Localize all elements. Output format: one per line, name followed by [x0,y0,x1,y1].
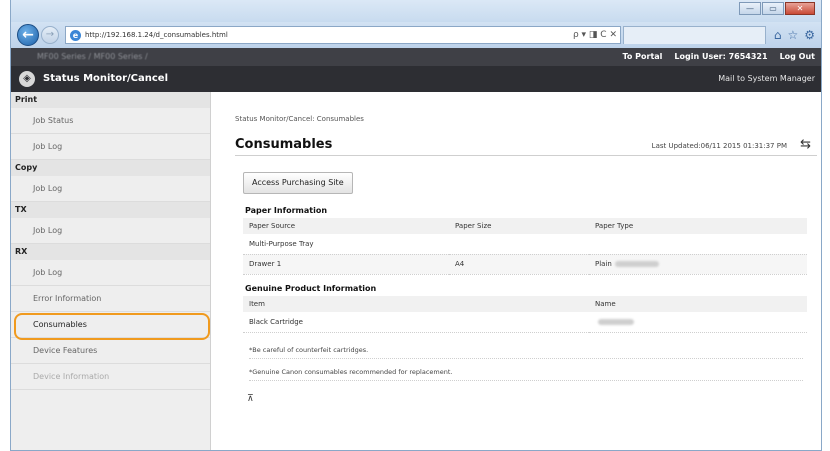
sidebar-item-device-features[interactable]: Device Features [11,338,210,364]
back-to-top-icon[interactable]: ⊼ [247,394,254,404]
table-row: Drawer 1 A4 Plain [243,254,807,275]
browser-tab[interactable] [623,26,766,44]
column-header: Paper Size [449,218,589,234]
column-header: Paper Source [243,218,449,234]
favorites-star-icon[interactable]: ☆ [787,28,798,42]
main-content: Status Monitor/Cancel: Consumables Consu… [221,92,817,450]
minimize-button[interactable]: — [739,2,761,15]
breadcrumb: Status Monitor/Cancel: Consumables [235,115,364,123]
sidebar-item-device-information[interactable]: Device Information [11,364,210,390]
app-title: Status Monitor/Cancel [43,73,169,84]
table-cell: Multi-Purpose Tray [243,234,449,255]
ie-page-icon: e [70,29,81,41]
browser-toolbar-icons: ⌂ ☆ ⚙ [774,28,815,42]
close-button[interactable]: ✕ [785,2,815,15]
address-bar: ← → e http://192.168.1.24/d_consumables.… [11,22,821,48]
url-field[interactable]: e http://192.168.1.24/d_consumables.html… [65,26,621,44]
sidebar-item-tx-job-log[interactable]: Job Log [11,218,210,244]
back-arrow-icon[interactable]: ← [17,24,39,46]
table-cell: Plain [589,254,807,275]
sidebar-section-copy: Copy [11,160,210,176]
active-item-highlight [14,313,210,340]
sidebar-item-consumables[interactable]: Consumables [11,312,210,340]
sidebar-item-print-job-log[interactable]: Job Log [11,134,210,160]
top-status-bar: MF00 Series / MF00 Series / To Portal Lo… [11,48,821,66]
paper-type-value: Plain [595,260,612,268]
table-cell [589,312,807,333]
counterfeit-warning-note: *Be careful of counterfeit cartridges. [249,346,803,359]
table-cell [449,234,589,255]
login-user: Login User: 7654321 [674,52,767,61]
window-controls: — ▭ ✕ [739,2,815,15]
status-monitor-icon: ◈ [19,71,35,87]
url-text: http://192.168.1.24/d_consumables.html [85,31,228,39]
refresh-icon[interactable]: ⇆ [800,137,811,152]
redacted-value [598,318,634,325]
mail-to-system-manager-link[interactable]: Mail to System Manager [718,74,815,83]
genuine-consumables-note: *Genuine Canon consumables recommended f… [249,368,803,381]
sidebar-item-rx-job-log[interactable]: Job Log [11,260,210,286]
table-cell: Drawer 1 [243,254,449,275]
redacted-value [614,261,659,267]
sidebar-section-tx: TX [11,202,210,218]
table-cell [589,234,807,255]
settings-gear-icon[interactable]: ⚙ [804,28,815,42]
paper-information-heading: Paper Information [245,206,328,215]
login-user-id: 7654321 [728,52,768,61]
forward-arrow-icon[interactable]: → [41,26,59,44]
paper-information-table: Paper Source Paper Size Paper Type Multi… [243,218,807,275]
column-header: Paper Type [589,218,807,234]
logout-link[interactable]: Log Out [780,52,815,61]
table-row: Multi-Purpose Tray [243,234,807,255]
sidebar-section-print: Print [11,92,210,108]
table-cell: A4 [449,254,589,275]
home-icon[interactable]: ⌂ [774,28,782,42]
browser-window: — ▭ ✕ ← → e http://192.168.1.24/d_consum… [10,0,822,451]
table-cell: Black Cartridge [243,312,589,333]
app-header: ◈ Status Monitor/Cancel Mail to System M… [11,66,821,92]
genuine-product-heading: Genuine Product Information [245,284,377,293]
page-title: Consumables [235,137,333,152]
window-titlebar: — ▭ ✕ [11,0,821,22]
sidebar-item-error-information[interactable]: Error Information [11,286,210,312]
sidebar: Print Job Status Job Log Copy Job Log TX… [11,92,211,450]
to-portal-link[interactable]: To Portal [622,52,662,61]
login-user-label: Login User: [674,52,726,61]
url-controls[interactable]: ρ ▾ ◨ C ✕ [573,30,620,40]
sidebar-section-rx: RX [11,244,210,260]
sidebar-item-print-job-status[interactable]: Job Status [11,108,210,134]
maximize-button[interactable]: ▭ [762,2,784,15]
device-model-label: MF00 Series / MF00 Series / [37,52,148,61]
column-header: Name [589,296,807,312]
column-header: Item [243,296,589,312]
table-row: Black Cartridge [243,312,807,333]
title-divider [235,155,817,156]
genuine-product-table: Item Name Black Cartridge [243,296,807,333]
last-updated-text: Last Updated:06/11 2015 01:31:37 PM [651,142,787,150]
sidebar-item-copy-job-log[interactable]: Job Log [11,176,210,202]
access-purchasing-site-button[interactable]: Access Purchasing Site [243,172,353,194]
